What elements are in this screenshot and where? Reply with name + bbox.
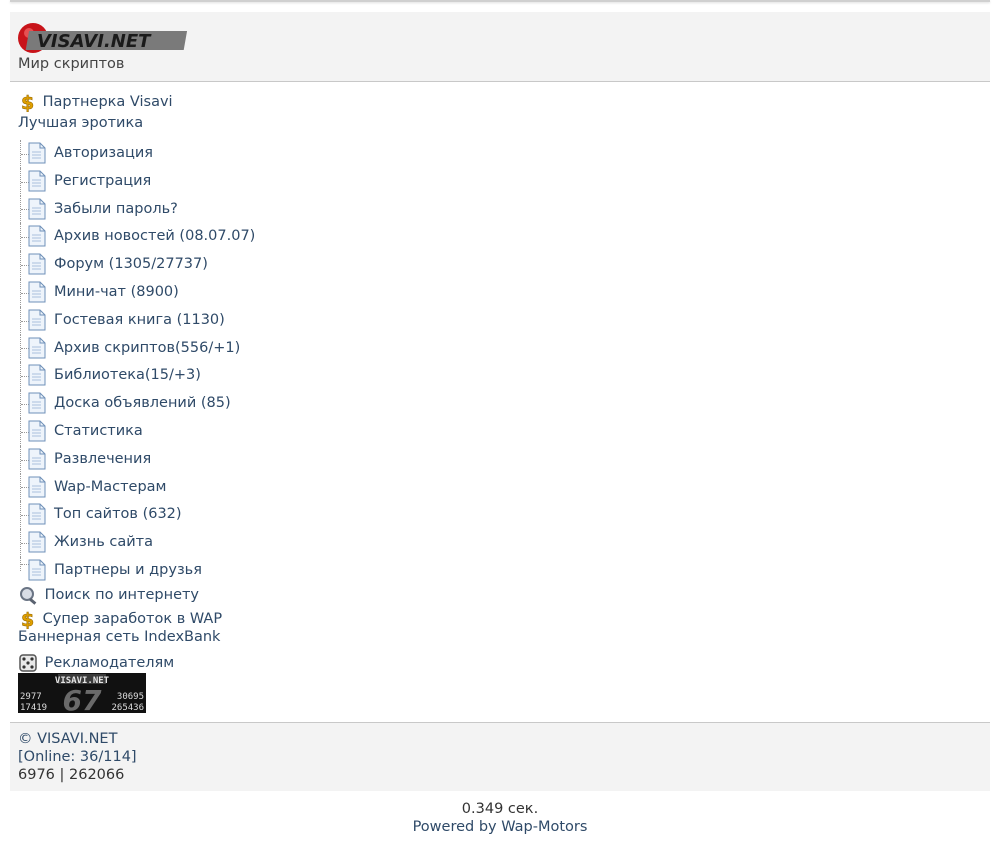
menu-link[interactable]: Регистрация <box>54 170 151 192</box>
document-icon <box>28 448 46 470</box>
site-header: VISAVI.NET Мир скриптов <box>10 12 990 82</box>
visitor-counter-badge[interactable]: VISAVI.NET 2977 17419 67 30695 265436 <box>18 673 146 713</box>
menu-link[interactable]: Партнеры и друзья <box>54 559 202 581</box>
document-icon <box>28 559 46 581</box>
menu-link[interactable]: Гостевая книга (1130) <box>54 309 225 331</box>
copyright-link[interactable]: © VISAVI.NET <box>18 731 117 747</box>
menu-link[interactable]: Библиотека(15/+3) <box>54 364 201 386</box>
document-icon <box>28 364 46 386</box>
menu-link[interactable]: Архив скриптов(556/+1) <box>54 337 240 359</box>
powered-by-link[interactable]: Powered by Wap-Motors <box>413 819 588 835</box>
document-icon <box>28 142 46 164</box>
visit-stats: 6976 | 262066 <box>18 767 125 783</box>
menu-link[interactable]: Архив новостей (08.07.07) <box>54 225 255 247</box>
earn-row: $ Супер заработок в WAP <box>18 609 222 629</box>
menu-link[interactable]: Доска объявлений (85) <box>54 392 231 414</box>
page-container: VISAVI.NET Мир скриптов $ Партнерка Visa… <box>10 12 990 791</box>
page-bottom: 0.349 сек. Powered by Wap-Motors <box>0 800 1000 836</box>
menu-link[interactable]: Wap-Мастерам <box>54 476 167 498</box>
dollar-icon: $ <box>21 92 35 112</box>
document-icon <box>28 531 46 553</box>
erotica-row: Лучшая эротика <box>18 114 143 134</box>
menu-link[interactable]: Жизнь сайта <box>54 531 153 553</box>
site-footer: © VISAVI.NET [Online: 36/114] 6976 | 262… <box>10 723 990 791</box>
site-logo-text: VISAVI.NET <box>37 31 152 52</box>
document-icon <box>28 281 46 303</box>
partner-row: $ Партнерка Visavi <box>18 92 173 112</box>
main-content: $ Партнерка Visavi Лучшая эротика Автори… <box>10 82 990 723</box>
menu-link[interactable]: Статистика <box>54 420 143 442</box>
menu-link[interactable]: Развлечения <box>54 448 151 470</box>
svg-text:$: $ <box>21 92 34 112</box>
menu-link[interactable]: Мини-чат (8900) <box>54 281 179 303</box>
advertisers-link[interactable]: Рекламодателям <box>45 655 175 671</box>
document-icon <box>28 503 46 525</box>
top-divider <box>10 0 990 2</box>
banner-network-link[interactable]: Баннерная сеть IndexBank <box>18 629 220 645</box>
document-icon <box>28 420 46 442</box>
counter-left-bottom: 17419 <box>20 703 47 713</box>
document-icon <box>28 198 46 220</box>
document-icon <box>28 170 46 192</box>
ads-row: Рекламодателям <box>18 653 174 673</box>
svg-text:$: $ <box>21 609 34 629</box>
site-logo[interactable]: VISAVI.NET <box>17 20 191 54</box>
document-icon <box>28 392 46 414</box>
search-internet-link[interactable]: Поиск по интернету <box>45 587 199 603</box>
counter-big: 67 <box>63 684 102 713</box>
document-icon <box>28 476 46 498</box>
counter-right-top: 30695 <box>117 692 144 702</box>
erotica-link[interactable]: Лучшая эротика <box>18 115 143 131</box>
counter-left-top: 2977 <box>20 692 42 702</box>
document-icon <box>28 309 46 331</box>
document-icon <box>28 253 46 275</box>
dice-icon <box>19 654 37 672</box>
earn-link[interactable]: Супер заработок в WAP <box>43 611 222 627</box>
banner-row: Баннерная сеть IndexBank <box>18 628 220 648</box>
dollar-icon: $ <box>21 609 35 629</box>
partner-link[interactable]: Партнерка Visavi <box>43 94 173 110</box>
search-row: Поиск по интернету <box>18 585 199 605</box>
online-link[interactable]: [Online: 36/114] <box>18 749 137 765</box>
search-icon <box>20 587 37 605</box>
menu-link[interactable]: Топ сайтов (632) <box>54 503 182 525</box>
generation-time: 0.349 сек. <box>461 801 539 817</box>
document-icon <box>28 337 46 359</box>
counter-right-bottom: 265436 <box>111 703 144 713</box>
site-tagline: Мир скриптов <box>18 56 125 72</box>
menu-link[interactable]: Забыли пароль? <box>54 198 178 220</box>
menu-link[interactable]: Форум (1305/27737) <box>54 253 208 275</box>
document-icon <box>28 225 46 247</box>
menu-link[interactable]: Авторизация <box>54 142 153 164</box>
